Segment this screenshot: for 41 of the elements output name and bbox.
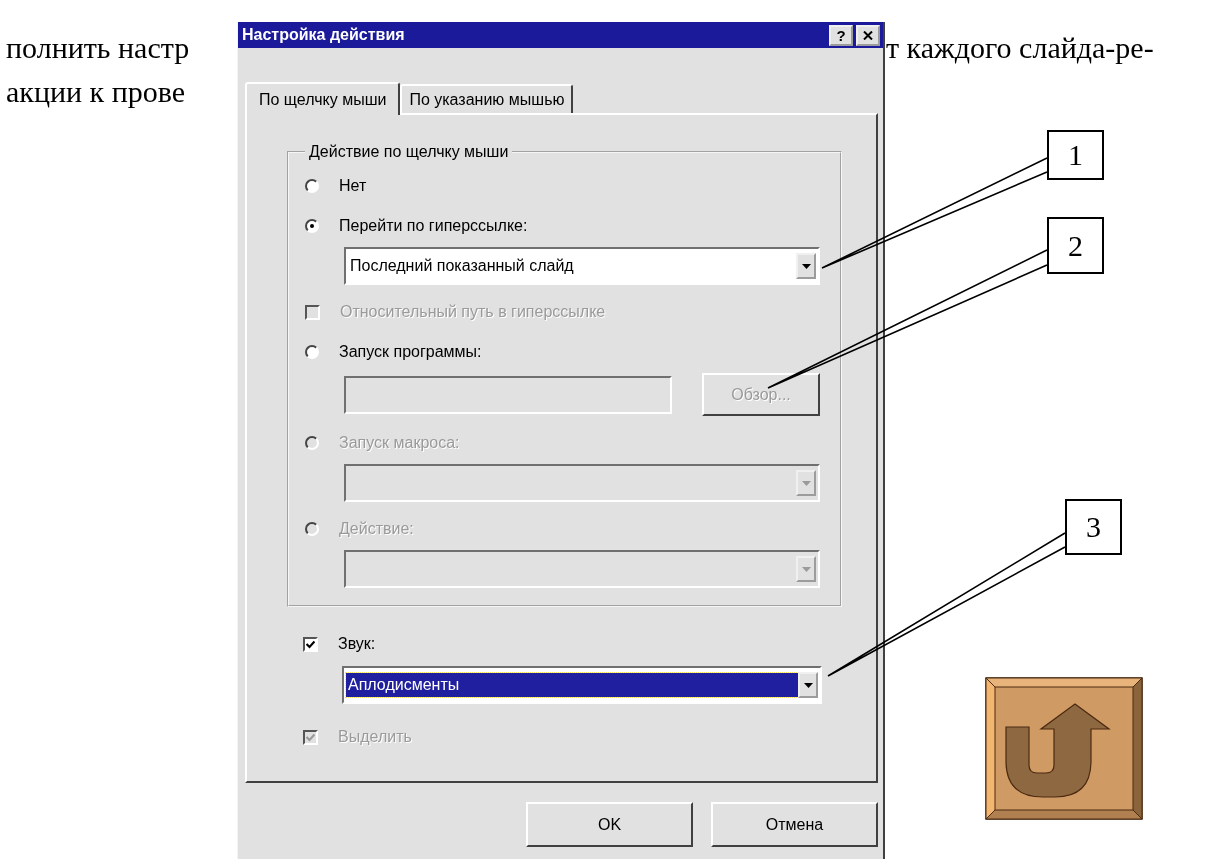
- dialog-button[interactable]: OK: [526, 802, 693, 847]
- callout-number: 1: [1047, 130, 1104, 180]
- window-title: Настройка действия: [242, 26, 405, 44]
- caret-icon: [801, 263, 811, 269]
- tab[interactable]: По указанию мышью: [400, 84, 574, 113]
- dropdown-arrow-button[interactable]: [796, 253, 816, 279]
- caret-icon: [801, 566, 811, 572]
- dropdown-value: Последний показанный слайд: [349, 256, 575, 276]
- caret-icon: [803, 682, 813, 688]
- dropdown[interactable]: Аплодисменты: [342, 666, 822, 704]
- radio-label: Запуск макроса:: [339, 434, 460, 452]
- dropdown[interactable]: Последний показанный слайд: [344, 247, 820, 285]
- radio-label: Перейти по гиперссылке:: [339, 217, 528, 235]
- radio-button[interactable]: [305, 345, 319, 359]
- close-icon: [863, 30, 873, 40]
- path-field[interactable]: [344, 375, 672, 414]
- checkbox[interactable]: [303, 636, 318, 652]
- checkbox-label: Выделить: [338, 728, 412, 746]
- dropdown-value: Аплодисменты: [346, 673, 798, 697]
- checkmark-icon: [306, 732, 315, 742]
- checkmark-icon: [306, 639, 315, 649]
- help-button[interactable]: ?: [829, 24, 853, 46]
- callout-number: 3: [1065, 499, 1122, 555]
- body-text: полнить настр: [6, 30, 190, 66]
- radio-label: Запуск программы:: [339, 343, 482, 361]
- close-button[interactable]: [856, 24, 880, 46]
- callout-number: 2: [1047, 217, 1104, 274]
- radio-button[interactable]: [305, 179, 319, 193]
- return-action-button[interactable]: [985, 677, 1143, 820]
- checkbox-label: Относительный путь в гиперссылке: [340, 303, 606, 321]
- radio-label: Действие:: [339, 520, 414, 538]
- tab[interactable]: По щелчку мыши: [245, 82, 401, 115]
- dropdown-arrow-button[interactable]: [798, 672, 818, 698]
- checkbox-label: Звук:: [338, 635, 376, 653]
- body-text: т каждого слайда-ре-: [886, 30, 1154, 66]
- caret-icon: [801, 480, 811, 486]
- group-title: Действие по щелчку мыши: [308, 143, 510, 161]
- radio-label: Нет: [339, 177, 367, 195]
- dialog-button[interactable]: Отмена: [711, 802, 878, 847]
- radio-button[interactable]: [305, 219, 319, 233]
- body-text: акции к прове: [6, 74, 186, 110]
